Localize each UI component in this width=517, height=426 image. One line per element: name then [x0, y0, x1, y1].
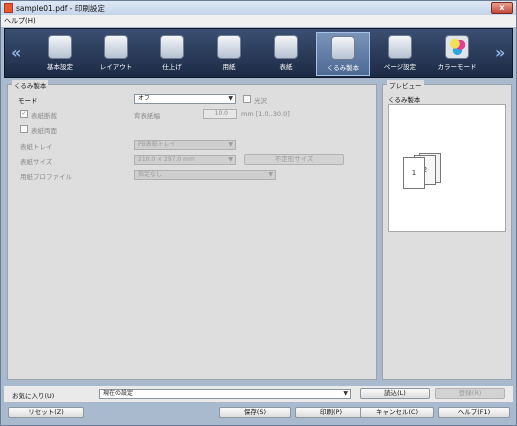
- page-setup-icon: [388, 35, 412, 59]
- paper-profile-label: 用紙プロファイル: [20, 173, 72, 181]
- cover-duplex-label: 表紙両面: [31, 127, 57, 135]
- tab-basic-settings[interactable]: 基本設定: [33, 32, 87, 76]
- preview-title: プレビュー: [387, 80, 424, 90]
- perfect-binding-icon: [331, 36, 355, 60]
- favorites-label: お気に入り(U): [12, 392, 55, 400]
- layout-icon: [104, 35, 128, 59]
- tab-label: くるみ製本: [326, 64, 360, 72]
- chevron-down-icon: ▼: [343, 390, 348, 397]
- print-settings-window: sample01.pdf - 印刷設定 x ヘルプ(H) « 基本設定 レイアウ…: [0, 0, 517, 426]
- tab-page-setup[interactable]: ページ設定: [373, 32, 427, 76]
- scroll-right-icon[interactable]: »: [495, 43, 505, 62]
- window-title: sample01.pdf - 印刷設定: [16, 4, 105, 13]
- help-button[interactable]: ヘルプ(F1): [438, 407, 510, 418]
- load-button[interactable]: 読込(L): [360, 388, 430, 399]
- cover-size-select[interactable]: 210.0 × 297.0 mm ▼: [134, 155, 236, 165]
- tab-perfect-binding[interactable]: くるみ製本: [316, 32, 370, 76]
- group-title: くるみ製本: [12, 80, 49, 90]
- preview-group: プレビュー くるみ製本 n 2 1: [382, 80, 512, 380]
- paper-profile-value: 指定なし: [138, 171, 163, 178]
- cover-duplex-checkbox[interactable]: [20, 125, 28, 133]
- print-button[interactable]: 印刷(P): [295, 407, 367, 418]
- preview-canvas: n 2 1: [388, 104, 506, 232]
- gloss-checkbox[interactable]: [243, 95, 251, 103]
- settings-toolbar: « 基本設定 レイアウト 仕上げ 用紙 表紙 くるみ製本 ページ設定 カラーモー…: [4, 28, 513, 78]
- tab-label: カラーモード: [437, 63, 477, 71]
- bottom-bar: リセット(Z) 保存(S) 印刷(P) キャンセル(C) ヘルプ(F1): [4, 403, 513, 423]
- tab-label: 仕上げ: [162, 63, 182, 71]
- cover-count-label: 表紙断裁: [31, 112, 57, 120]
- preview-subtitle: くるみ製本: [388, 96, 421, 104]
- tab-color-mode[interactable]: カラーモード: [430, 32, 484, 76]
- tab-label: ページ設定: [383, 63, 417, 71]
- tab-label: 表紙: [279, 63, 293, 71]
- menu-bar: ヘルプ(H): [1, 15, 516, 27]
- tab-label: 基本設定: [47, 63, 73, 71]
- mode-value: オフ: [138, 95, 151, 102]
- menu-help[interactable]: ヘルプ(H): [4, 16, 36, 26]
- register-button[interactable]: 登録(R): [435, 388, 505, 399]
- favorites-value: 現在の設定: [103, 390, 134, 397]
- tab-paper[interactable]: 用紙: [202, 32, 256, 76]
- chevron-down-icon: ▼: [268, 171, 273, 178]
- cover-size-value: 210.0 × 297.0 mm: [138, 156, 195, 163]
- scroll-left-icon[interactable]: «: [11, 43, 21, 62]
- mode-select[interactable]: オフ ▼: [134, 94, 236, 104]
- preview-page-1: 1: [403, 157, 425, 189]
- cover-tray-select[interactable]: PB表紙トレイ ▼: [134, 140, 236, 150]
- tab-label: レイアウト: [99, 63, 133, 71]
- color-mode-icon: [445, 35, 469, 59]
- gloss-label: 光沢: [254, 97, 267, 105]
- basic-settings-icon: [48, 35, 72, 59]
- paper-icon: [217, 35, 241, 59]
- cancel-button[interactable]: キャンセル(C): [360, 407, 434, 418]
- reset-button[interactable]: リセット(Z): [8, 407, 84, 418]
- cover-count-checkbox[interactable]: ✓: [20, 110, 28, 118]
- irregular-size-button[interactable]: 不定形サイズ: [244, 154, 344, 165]
- favorites-bar: お気に入り(U) 現在の設定 ▼ 読込(L) 登録(R): [4, 386, 513, 402]
- chevron-down-icon: ▼: [228, 95, 233, 102]
- finishing-icon: [160, 35, 184, 59]
- spine-width-label: 背表紙幅: [134, 112, 160, 120]
- chevron-down-icon: ▼: [228, 141, 233, 148]
- tab-layout[interactable]: レイアウト: [89, 32, 143, 76]
- close-button[interactable]: x: [491, 2, 513, 14]
- mode-label: モード: [18, 97, 38, 105]
- tab-cover[interactable]: 表紙: [259, 32, 313, 76]
- chevron-down-icon: ▼: [228, 156, 233, 163]
- spine-width-stepper[interactable]: 10.0: [203, 109, 237, 119]
- cover-size-label: 表紙サイズ: [20, 158, 53, 166]
- favorites-select[interactable]: 現在の設定 ▼: [99, 389, 351, 399]
- perfect-binding-group: くるみ製本 モード オフ ▼ 光沢 ✓ 表紙断裁 背表紙幅 10.0 mm [1…: [7, 80, 377, 380]
- paper-profile-select[interactable]: 指定なし ▼: [134, 170, 276, 180]
- save-button[interactable]: 保存(S): [219, 407, 291, 418]
- tab-label: 用紙: [222, 63, 236, 71]
- cover-tray-value: PB表紙トレイ: [138, 141, 176, 148]
- cover-tray-label: 表紙トレイ: [20, 143, 53, 151]
- cover-icon: [274, 35, 298, 59]
- title-bar: sample01.pdf - 印刷設定 x: [1, 1, 516, 15]
- spine-width-range: mm [1.0..30.0]: [241, 110, 290, 118]
- pdf-app-icon: [4, 3, 13, 13]
- tab-finishing[interactable]: 仕上げ: [145, 32, 199, 76]
